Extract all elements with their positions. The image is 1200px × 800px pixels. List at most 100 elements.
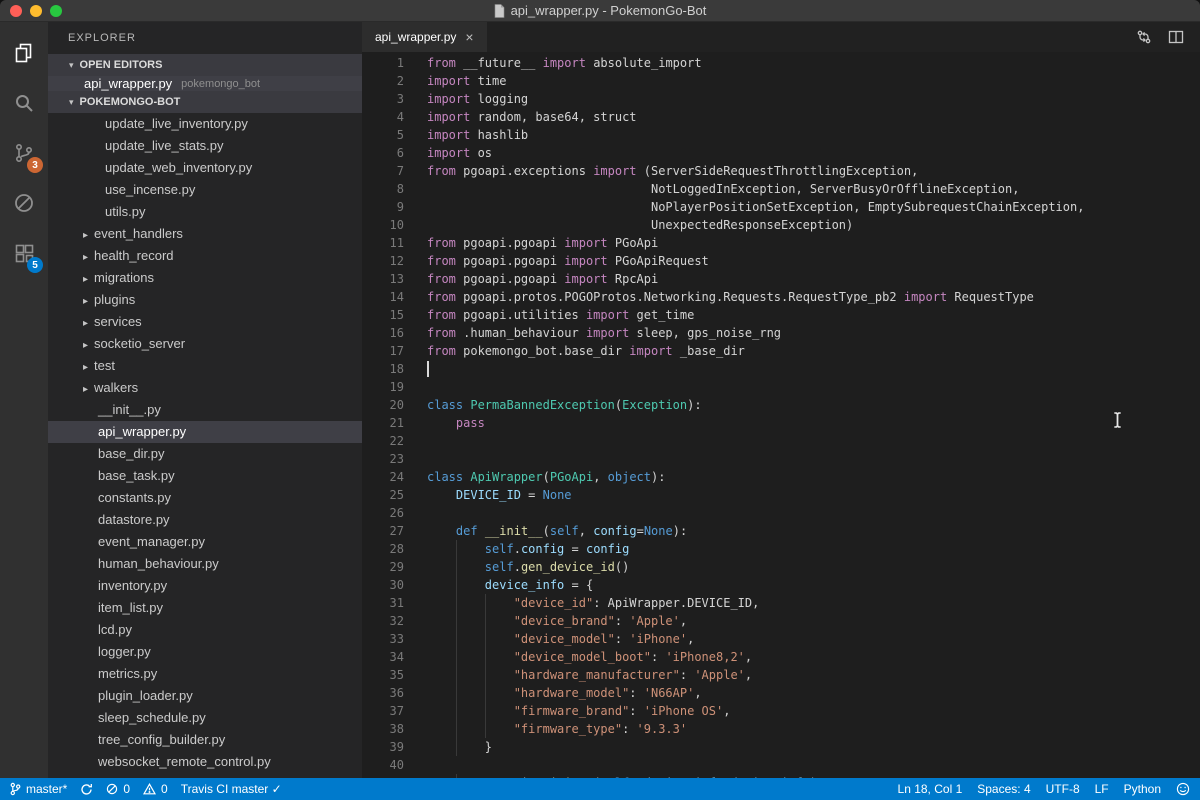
code-line[interactable]: 20class PermaBannedException(Exception): [362, 396, 1200, 414]
language-mode[interactable]: Python [1124, 778, 1161, 800]
code-line[interactable]: 30 device_info = { [362, 576, 1200, 594]
tree-file-use_incense.py[interactable]: use_incense.py [48, 179, 362, 201]
open-editor-item[interactable]: api_wrapper.pypokemongo_bot [48, 76, 362, 91]
tree-file-plugin_loader.py[interactable]: plugin_loader.py [48, 685, 362, 707]
code-line[interactable]: 39 } [362, 738, 1200, 756]
code-line[interactable]: 41 PGoApi.__init__(self, device_info=dev… [362, 774, 1200, 778]
code-line[interactable]: 11from pgoapi.pgoapi import PGoApi [362, 234, 1200, 252]
tree-file-item_list.py[interactable]: item_list.py [48, 597, 362, 619]
zoom-window-button[interactable] [50, 5, 62, 17]
open-editors-header[interactable]: ▾ OPEN EDITORS [48, 54, 362, 76]
extensions-badge: 5 [27, 257, 43, 273]
code-line[interactable]: 7from pgoapi.exceptions import (ServerSi… [362, 162, 1200, 180]
activity-bar-search[interactable] [0, 78, 48, 128]
close-tab-icon[interactable]: × [465, 30, 473, 44]
tree-file-metrics.py[interactable]: metrics.py [48, 663, 362, 685]
tree-file-inventory.py[interactable]: inventory.py [48, 575, 362, 597]
tree-file-lcd.py[interactable]: lcd.py [48, 619, 362, 641]
code-line[interactable]: 5import hashlib [362, 126, 1200, 144]
code-line[interactable]: 14from pgoapi.protos.POGOProtos.Networki… [362, 288, 1200, 306]
code-line[interactable]: 23 [362, 450, 1200, 468]
tree-file-update_live_stats.py[interactable]: update_live_stats.py [48, 135, 362, 157]
code-line[interactable]: 25 DEVICE_ID = None [362, 486, 1200, 504]
tree-folder-health_record[interactable]: ▸health_record [48, 245, 362, 267]
tree-file-datastore.py[interactable]: datastore.py [48, 509, 362, 531]
code-line[interactable]: 9 NoPlayerPositionSetException, EmptySub… [362, 198, 1200, 216]
code-line[interactable]: 34 "device_model_boot": 'iPhone8,2', [362, 648, 1200, 666]
code-line[interactable]: 8 NotLoggedInException, ServerBusyOrOffl… [362, 180, 1200, 198]
activity-bar-explorer[interactable] [0, 28, 48, 78]
code-line[interactable]: 31 "device_id": ApiWrapper.DEVICE_ID, [362, 594, 1200, 612]
close-window-button[interactable] [10, 5, 22, 17]
travis-status[interactable]: Travis CI master ✓ [181, 778, 282, 800]
tree-file-constants.py[interactable]: constants.py [48, 487, 362, 509]
activity-bar-debug[interactable] [0, 178, 48, 228]
code-editor[interactable]: 1from __future__ import absolute_import2… [362, 52, 1200, 778]
code-line[interactable]: 27 def __init__(self, config=None): [362, 522, 1200, 540]
code-line[interactable]: 13from pgoapi.pgoapi import RpcApi [362, 270, 1200, 288]
indentation[interactable]: Spaces: 4 [977, 778, 1030, 800]
tree-file-__init__.py[interactable]: __init__.py [48, 399, 362, 421]
code-line[interactable]: 18 [362, 360, 1200, 378]
sync-status[interactable] [80, 778, 93, 800]
code-line[interactable]: 19 [362, 378, 1200, 396]
tree-folder-event_handlers[interactable]: ▸event_handlers [48, 223, 362, 245]
tree-folder-socketio_server[interactable]: ▸socketio_server [48, 333, 362, 355]
tree-file-human_behaviour.py[interactable]: human_behaviour.py [48, 553, 362, 575]
tree-file-update_web_inventory.py[interactable]: update_web_inventory.py [48, 157, 362, 179]
code-line[interactable]: 38 "firmware_type": '9.3.3' [362, 720, 1200, 738]
code-line[interactable]: 22 [362, 432, 1200, 450]
minimize-window-button[interactable] [30, 5, 42, 17]
code-line[interactable]: 33 "device_model": 'iPhone', [362, 630, 1200, 648]
tree-folder-plugins[interactable]: ▸plugins [48, 289, 362, 311]
code-line[interactable]: 2import time [362, 72, 1200, 90]
eol[interactable]: LF [1095, 778, 1109, 800]
code-line[interactable]: 36 "hardware_model": 'N66AP', [362, 684, 1200, 702]
code-line[interactable]: 3import logging [362, 90, 1200, 108]
folder-section-header[interactable]: ▾ POKEMONGO-BOT [48, 91, 362, 113]
tree-file-utils.py[interactable]: utils.py [48, 201, 362, 223]
code-line[interactable]: 24class ApiWrapper(PGoApi, object): [362, 468, 1200, 486]
code-line[interactable]: 21 pass [362, 414, 1200, 432]
activity-bar-extensions[interactable]: 5 [0, 228, 48, 278]
tree-folder-test[interactable]: ▸test [48, 355, 362, 377]
cursor-position[interactable]: Ln 18, Col 1 [898, 778, 963, 800]
tree-file-base_dir.py[interactable]: base_dir.py [48, 443, 362, 465]
code-line[interactable]: 1from __future__ import absolute_import [362, 54, 1200, 72]
git-branch-status[interactable]: master* [10, 778, 67, 800]
activity-bar-source-control[interactable]: 3 [0, 128, 48, 178]
tree-file-event_manager.py[interactable]: event_manager.py [48, 531, 362, 553]
tab-api_wrapper.py[interactable]: api_wrapper.py× [362, 22, 487, 52]
code-line[interactable]: 17from pokemongo_bot.base_dir import _ba… [362, 342, 1200, 360]
code-line[interactable]: 15from pgoapi.utilities import get_time [362, 306, 1200, 324]
code-line[interactable]: 32 "device_brand": 'Apple', [362, 612, 1200, 630]
tree-file-logger.py[interactable]: logger.py [48, 641, 362, 663]
tree-file-tree_config_builder.py[interactable]: tree_config_builder.py [48, 729, 362, 751]
errors-status[interactable]: 0 [106, 778, 130, 800]
split-editor-icon[interactable] [1168, 29, 1184, 45]
encoding[interactable]: UTF-8 [1046, 778, 1080, 800]
code-line[interactable]: 40 [362, 756, 1200, 774]
open-changes-icon[interactable] [1136, 29, 1152, 45]
tree-file-websocket_remote_control.py[interactable]: websocket_remote_control.py [48, 751, 362, 773]
tree-folder-walkers[interactable]: ▸walkers [48, 377, 362, 399]
feedback[interactable] [1176, 778, 1190, 800]
code-line[interactable]: 6import os [362, 144, 1200, 162]
code-line[interactable]: 10 UnexpectedResponseException) [362, 216, 1200, 234]
code-line[interactable]: 28 self.config = config [362, 540, 1200, 558]
tree-folder-migrations[interactable]: ▸migrations [48, 267, 362, 289]
code-line[interactable]: 37 "firmware_brand": 'iPhone OS', [362, 702, 1200, 720]
tree-file-update_live_inventory.py[interactable]: update_live_inventory.py [48, 113, 362, 135]
code-line[interactable]: 35 "hardware_manufacturer": 'Apple', [362, 666, 1200, 684]
code-line[interactable]: 29 self.gen_device_id() [362, 558, 1200, 576]
code-line[interactable]: 12from pgoapi.pgoapi import PGoApiReques… [362, 252, 1200, 270]
warnings-status[interactable]: 0 [143, 778, 168, 800]
tree-file-sleep_schedule.py[interactable]: sleep_schedule.py [48, 707, 362, 729]
code-line[interactable]: 26 [362, 504, 1200, 522]
tree-folder-services[interactable]: ▸services [48, 311, 362, 333]
tree-file-base_task.py[interactable]: base_task.py [48, 465, 362, 487]
tree-file-api_wrapper.py[interactable]: api_wrapper.py [48, 421, 362, 443]
code-line[interactable]: 16from .human_behaviour import sleep, gp… [362, 324, 1200, 342]
code-line[interactable]: 4import random, base64, struct [362, 108, 1200, 126]
title-bar[interactable]: api_wrapper.py - PokemonGo-Bot [0, 0, 1200, 22]
